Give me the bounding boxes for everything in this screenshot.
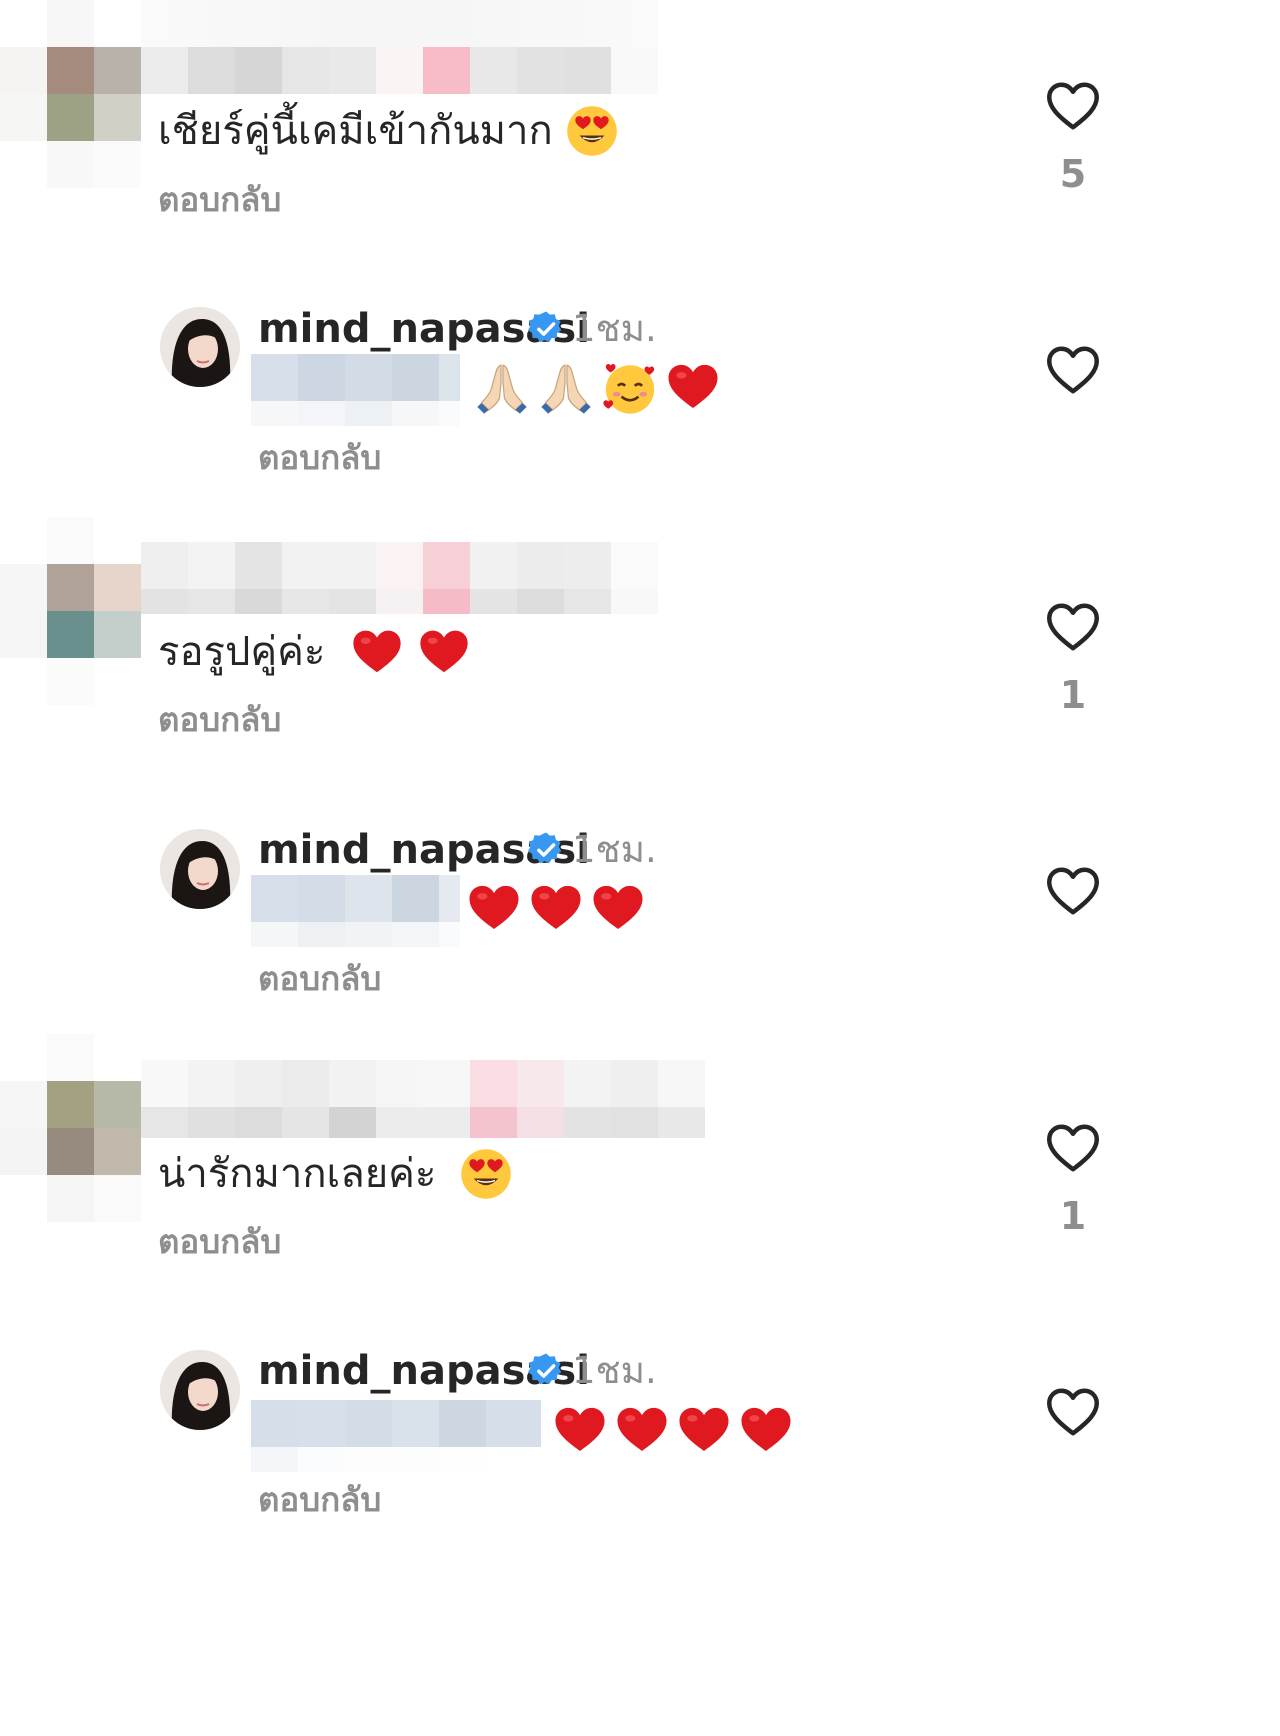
folded-hands-emoji-icon <box>473 358 531 416</box>
avatar[interactable] <box>160 829 240 909</box>
reply-button[interactable]: ตอบกลับ <box>158 180 281 220</box>
reply-button[interactable]: ตอบกลับ <box>258 438 381 478</box>
red-heart-emoji-icon <box>665 359 721 415</box>
red-heart-emoji-icon <box>466 880 522 936</box>
heart-eyes-emoji-icon <box>459 1147 513 1201</box>
timestamp: 1ชม. <box>572 828 657 871</box>
folded-hands-emoji-icon <box>537 358 595 416</box>
like-heart-icon[interactable] <box>1043 597 1103 657</box>
username-redacted[interactable] <box>141 47 658 94</box>
red-heart-emoji-icon <box>738 1402 794 1458</box>
comment-text: รอรูปคู่ค่ะ <box>158 625 471 679</box>
verified-badge-icon <box>527 1352 565 1390</box>
red-heart-emoji-icon <box>552 1402 608 1458</box>
comment-text: เชียร์คู่นี้เคมีเข้ากันมาก <box>158 104 619 158</box>
reply-emojis <box>473 358 721 416</box>
reply-button[interactable]: ตอบกลับ <box>158 700 281 740</box>
username-redacted[interactable] <box>141 1060 705 1138</box>
avatar[interactable] <box>0 517 141 705</box>
like-heart-icon[interactable] <box>1043 1118 1103 1178</box>
reply-button[interactable]: ตอบกลับ <box>158 1222 281 1262</box>
mention-redacted[interactable] <box>251 1400 541 1472</box>
heart-eyes-emoji-icon <box>565 104 619 158</box>
reply-emojis <box>466 880 646 936</box>
like-heart-icon[interactable] <box>1043 1382 1103 1442</box>
like-count[interactable]: 1 <box>1043 1194 1103 1238</box>
red-heart-emoji-icon <box>528 880 584 936</box>
avatar[interactable] <box>160 1350 240 1430</box>
smiling-face-with-hearts-emoji-icon <box>601 358 659 416</box>
red-heart-emoji-icon <box>676 1402 732 1458</box>
mention-redacted[interactable] <box>251 354 460 426</box>
red-heart-emoji-icon <box>417 625 471 679</box>
avatar[interactable] <box>160 307 240 387</box>
comment-text: น่ารักมากเลยค่ะ <box>158 1147 513 1201</box>
reply-button[interactable]: ตอบกลับ <box>258 959 381 999</box>
red-heart-emoji-icon <box>350 625 404 679</box>
red-heart-emoji-icon <box>614 1402 670 1458</box>
username-redacted[interactable] <box>141 542 658 614</box>
like-heart-icon[interactable] <box>1043 76 1103 136</box>
avatar[interactable] <box>0 1034 141 1222</box>
verified-badge-icon <box>527 831 565 869</box>
mention-redacted[interactable] <box>251 875 460 947</box>
like-heart-icon[interactable] <box>1043 861 1103 921</box>
timestamp: 1ชม. <box>572 1349 657 1392</box>
red-heart-emoji-icon <box>590 880 646 936</box>
timestamp: 1ชม. <box>572 307 657 350</box>
reply-button[interactable]: ตอบกลับ <box>258 1480 381 1520</box>
like-count[interactable]: 1 <box>1043 673 1103 717</box>
like-heart-icon[interactable] <box>1043 340 1103 400</box>
avatar[interactable] <box>0 0 141 188</box>
verified-badge-icon <box>527 310 565 348</box>
reply-emojis <box>552 1402 794 1458</box>
like-count[interactable]: 5 <box>1043 152 1103 196</box>
